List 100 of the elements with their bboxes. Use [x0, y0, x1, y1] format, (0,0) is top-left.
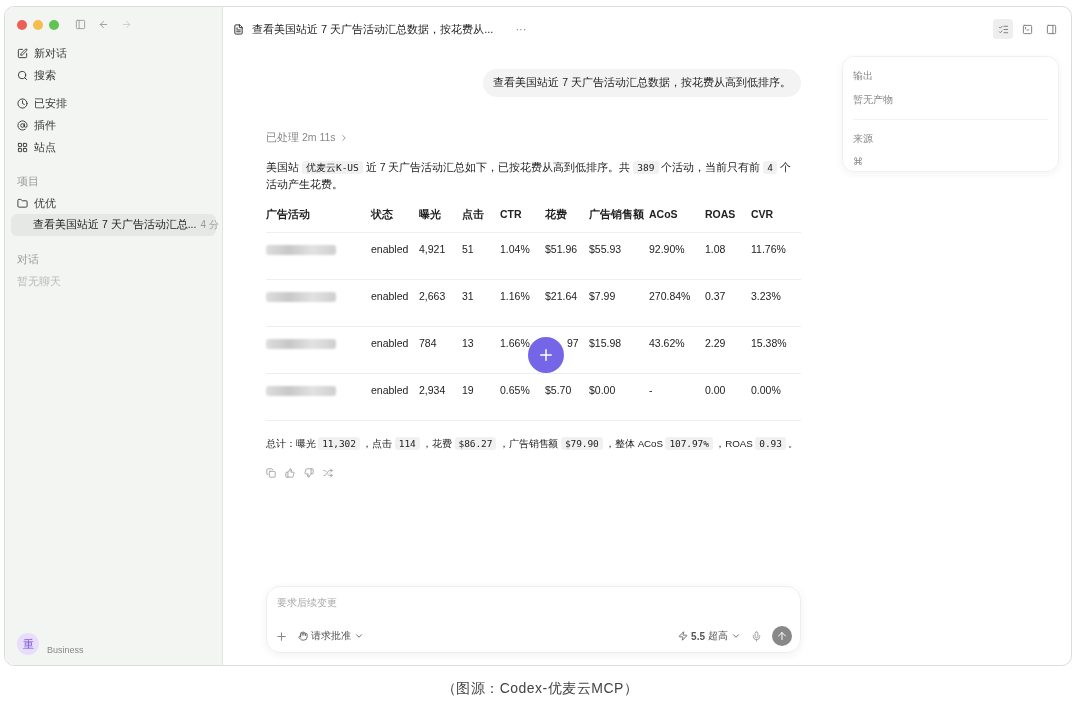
table-cell: 43.62%	[649, 337, 685, 349]
column-header: CTR	[500, 203, 545, 233]
plus-icon	[537, 346, 555, 364]
table-cell: 11.76%	[751, 243, 786, 255]
section-heading: 项目	[16, 174, 40, 189]
table-cell: $15.98	[589, 337, 622, 349]
folder-icon	[17, 197, 28, 209]
column-header: 状态	[371, 203, 419, 233]
table-cell: $7.99	[589, 290, 616, 302]
processed-toggle[interactable]: 已处理 2m 11s	[266, 131, 349, 145]
nav-item[interactable]: 新对话	[11, 42, 216, 64]
grid-icon	[17, 141, 28, 153]
more-button[interactable]: ···	[515, 23, 527, 35]
table-cell: 2,934	[419, 384, 446, 396]
document-icon	[233, 23, 244, 35]
section-heading: 对话	[16, 252, 40, 267]
nav-item[interactable]: 站点	[11, 136, 216, 158]
table-cell: 97	[567, 337, 579, 349]
response-paragraph: 美国站 优麦云K-US 近 7 天广告活动汇总如下，已按花费从高到低排序。共 389 个活动，当前只有前 4 个活动产生花费。	[266, 160, 792, 192]
table-cell: enabled	[371, 384, 409, 396]
table-cell: 13	[462, 337, 474, 349]
lightning-icon	[678, 631, 689, 641]
column-header: 花费	[545, 203, 589, 233]
column-header: CVR	[751, 203, 801, 233]
nav-item[interactable]: 插件	[11, 114, 216, 136]
forward-icon[interactable]	[121, 19, 132, 30]
user-message: 查看美国站近 7 天广告活动汇总数据，按花费从高到低排序。	[483, 69, 801, 97]
command-symbol: ⌘	[853, 156, 864, 167]
table-cell: 4,921	[419, 243, 446, 255]
table-cell: $51.96	[545, 243, 578, 255]
minimize-button[interactable]	[33, 19, 43, 30]
empty-text: 暂无产物	[853, 93, 894, 107]
table-cell: $5.70	[545, 384, 572, 396]
table-cell: $55.93	[589, 243, 622, 255]
table-cell: 1.08	[705, 243, 726, 255]
table-cell: enabled	[371, 243, 409, 255]
column-header: 广告活动	[266, 203, 371, 233]
project-item[interactable]: 优优	[11, 192, 216, 214]
summary-paragraph: 总计：曝光 11,302 ，点击 114 ，花费 $86.27 ，广告销售额 $79.90 ，整体 ACoS 107.97% ，ROAS 0.93 。	[266, 436, 800, 452]
blurred-text	[266, 386, 336, 396]
table-cell: 1.16%	[500, 290, 530, 302]
terminal-icon	[1021, 23, 1033, 35]
table-cell: enabled	[371, 290, 409, 302]
nav-item[interactable]: 已安排	[11, 92, 216, 114]
blurred-text	[266, 245, 336, 255]
table-cell: 0.00	[705, 384, 726, 396]
panel-heading: 输出	[853, 69, 874, 83]
search-icon	[17, 69, 28, 81]
table-cell: enabled	[371, 337, 409, 349]
approval-dropdown[interactable]: 请求批准	[298, 629, 364, 643]
blurred-text	[266, 292, 336, 302]
column-header: ROAS	[705, 203, 751, 233]
close-button[interactable]	[17, 19, 27, 30]
clock-icon	[17, 97, 28, 109]
add-icon[interactable]	[275, 629, 288, 643]
table-cell: -	[649, 384, 653, 396]
model-dropdown[interactable]: 5.5 超高	[678, 629, 741, 643]
back-icon[interactable]	[98, 19, 109, 30]
table-cell: 19	[462, 384, 474, 396]
table-cell: $0.00	[589, 384, 616, 396]
table-cell: 15.38%	[751, 337, 787, 349]
table-cell: 2.29	[705, 337, 726, 349]
list-icon	[997, 23, 1009, 35]
branch-icon[interactable]	[323, 468, 333, 478]
blurred-text	[266, 339, 336, 349]
table-cell: 1.66%	[500, 337, 530, 349]
image-caption: （图源：Codex-优麦云MCP）	[440, 680, 640, 698]
send-button[interactable]	[772, 626, 792, 646]
thumbs-up-icon[interactable]	[285, 468, 295, 478]
avatar[interactable]: 重	[17, 633, 39, 655]
chevron-icon	[354, 631, 364, 641]
at-icon	[17, 119, 28, 131]
column-header: 曝光	[419, 203, 462, 233]
table-cell: 2,663	[419, 290, 446, 302]
panel-icon	[1045, 23, 1057, 35]
thumbs-down-icon[interactable]	[304, 468, 314, 478]
add-button[interactable]	[528, 337, 564, 373]
table-cell: 1.04%	[500, 243, 530, 255]
edit-icon	[17, 47, 28, 59]
maximize-button[interactable]	[49, 19, 59, 30]
list-toggle[interactable]	[993, 19, 1013, 39]
table-cell: 0.00%	[751, 384, 781, 396]
column-header: ACoS	[649, 203, 705, 233]
arrow-up-icon	[776, 630, 788, 642]
chevron-icon	[731, 631, 741, 641]
microphone-icon[interactable]	[751, 630, 762, 642]
panel-heading: 来源	[853, 132, 874, 146]
nav-item[interactable]: 搜索	[11, 64, 216, 86]
table-cell: 92.90%	[649, 243, 685, 255]
window-title: 查看美国站近 7 天广告活动汇总数据，按花费从...	[252, 21, 494, 37]
table-cell: $21.64	[545, 290, 578, 302]
column-header: 广告销售额	[589, 203, 649, 233]
column-header: 点击	[462, 203, 500, 233]
copy-icon[interactable]	[266, 468, 276, 478]
hand-icon	[298, 631, 308, 641]
table-cell: 51	[462, 243, 474, 255]
table-cell: 31	[462, 290, 474, 302]
table-cell: 270.84%	[649, 290, 691, 302]
sidebar-toggle-icon[interactable]	[75, 19, 86, 30]
table-cell: 0.65%	[500, 384, 530, 396]
